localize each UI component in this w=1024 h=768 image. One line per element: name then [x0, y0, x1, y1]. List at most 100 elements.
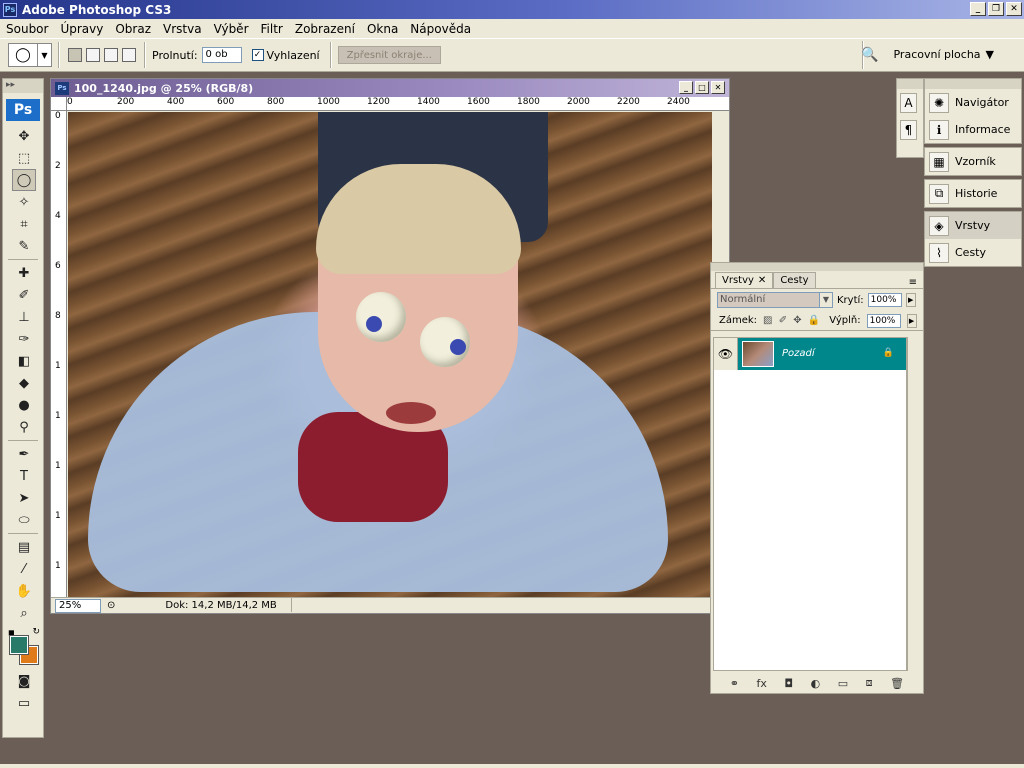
intersect-selection-icon[interactable]: [122, 48, 136, 62]
dock-item-paths[interactable]: ⌇ Cesty: [925, 239, 1021, 266]
notes-tool-icon[interactable]: ▤: [12, 536, 36, 558]
add-selection-icon[interactable]: [86, 48, 100, 62]
menu-napoveda[interactable]: Nápověda: [404, 22, 477, 36]
quick-mask-icon[interactable]: ◙: [12, 670, 36, 692]
dock-item-info[interactable]: ℹ Informace: [925, 116, 1021, 143]
lock-position-icon[interactable]: ✥: [793, 315, 801, 326]
delete-layer-icon[interactable]: 🗑: [890, 677, 904, 690]
horizontal-scrollbar[interactable]: [291, 598, 711, 612]
layer-mask-icon[interactable]: ◘: [784, 677, 793, 690]
layers-scrollbar[interactable]: [907, 337, 921, 671]
close-icon[interactable]: ✕: [711, 81, 725, 94]
maximize-icon[interactable]: □: [695, 81, 709, 94]
menu-upravy[interactable]: Úpravy: [54, 22, 109, 36]
menu-okna[interactable]: Okna: [361, 22, 404, 36]
chevron-right-icon[interactable]: ▶: [905, 293, 916, 307]
subtract-selection-icon[interactable]: [104, 48, 118, 62]
tool-preset-picker[interactable]: ◯ ▼: [8, 43, 52, 67]
layer-style-icon[interactable]: fx: [756, 677, 766, 690]
foreground-color[interactable]: [9, 635, 29, 655]
dock-item-layers[interactable]: ◈ Vrstvy: [925, 212, 1021, 239]
close-icon[interactable]: ✕: [1006, 2, 1022, 16]
menu-filtr[interactable]: Filtr: [255, 22, 289, 36]
fill-input[interactable]: 100%: [866, 313, 901, 328]
antialias-checkbox[interactable]: ✓: [251, 49, 264, 61]
swap-colors-icon[interactable]: ↻: [32, 627, 40, 637]
new-selection-icon[interactable]: [68, 48, 82, 62]
ruler-tick: 2000: [567, 97, 590, 107]
move-tool-icon[interactable]: ✥: [12, 125, 36, 147]
layer-selected[interactable]: Pozadí 🔒: [738, 337, 906, 370]
menu-zobrazeni[interactable]: Zobrazení: [289, 22, 361, 36]
clone-stamp-tool-icon[interactable]: ⊥: [12, 306, 36, 328]
horizontal-ruler[interactable]: 0 200 400 600 800 1000 1200 1400 1600 18…: [67, 97, 729, 111]
dock-item-swatches[interactable]: ▦ Vzorník: [925, 148, 1021, 175]
shape-tool-icon[interactable]: ⬭: [12, 509, 36, 531]
tab-paths[interactable]: Cesty: [773, 272, 816, 288]
lock-pixels-icon[interactable]: ✐: [779, 315, 787, 326]
panel-grip[interactable]: [711, 263, 923, 271]
opacity-input[interactable]: 100%: [867, 293, 902, 307]
bridge-icon[interactable]: 🔍: [856, 43, 884, 67]
type-tool-icon[interactable]: T: [12, 465, 36, 487]
panel-menu-icon[interactable]: ≡: [909, 277, 917, 288]
blur-tool-icon[interactable]: ●: [12, 394, 36, 416]
minimize-icon[interactable]: _: [679, 81, 693, 94]
dock-grip[interactable]: [925, 79, 1021, 89]
magic-wand-tool-icon[interactable]: ✧: [12, 191, 36, 213]
hand-tool-icon[interactable]: ✋: [12, 580, 36, 602]
zoom-tool-icon[interactable]: ⌕: [12, 602, 36, 624]
brush-tool-icon[interactable]: ✐: [12, 284, 36, 306]
menu-vyber[interactable]: Výběr: [208, 22, 255, 36]
dock-grip[interactable]: [897, 79, 923, 89]
zoom-input[interactable]: 25%: [55, 598, 101, 613]
screen-mode-icon[interactable]: ▭: [12, 692, 36, 714]
chevron-right-icon[interactable]: ▶: [906, 313, 917, 328]
slice-tool-icon[interactable]: ✎: [12, 235, 36, 257]
eraser-tool-icon[interactable]: ◧: [12, 350, 36, 372]
workspace-menu[interactable]: Pracovní plocha ▼: [893, 48, 994, 61]
dock-item-label: Historie: [955, 187, 998, 200]
crop-tool-icon[interactable]: ⌗: [12, 213, 36, 235]
restore-icon[interactable]: ❐: [988, 2, 1004, 16]
dodge-tool-icon[interactable]: ⚲: [12, 416, 36, 438]
path-selection-tool-icon[interactable]: ➤: [12, 487, 36, 509]
ruler-origin[interactable]: [51, 97, 67, 111]
new-group-icon[interactable]: ▭: [838, 677, 848, 690]
feather-input[interactable]: 0 ob: [201, 47, 242, 63]
menu-soubor[interactable]: Soubor: [0, 22, 54, 36]
lasso-tool-icon[interactable]: ◯: [12, 169, 36, 191]
link-layers-icon[interactable]: ⚭: [730, 677, 739, 690]
dock-group-history: ⧉ Historie: [924, 179, 1022, 208]
new-layer-icon[interactable]: ⧈: [866, 676, 873, 690]
healing-brush-tool-icon[interactable]: ✚: [12, 262, 36, 284]
vertical-ruler[interactable]: 0 2 4 6 8 1 1 1 1 1: [51, 111, 67, 599]
minimize-icon[interactable]: _: [970, 2, 986, 16]
history-brush-tool-icon[interactable]: ✑: [12, 328, 36, 350]
close-icon[interactable]: ✕: [758, 275, 766, 286]
pen-tool-icon[interactable]: ✒: [12, 443, 36, 465]
photoshop-logo-icon[interactable]: Ps: [6, 99, 40, 121]
lock-all-icon[interactable]: 🔒: [808, 315, 820, 326]
layer-row[interactable]: 👁 Pozadí 🔒: [714, 337, 906, 370]
document-title-bar[interactable]: Ps 100_1240.jpg @ 25% (RGB/8) _ □ ✕: [51, 79, 729, 97]
refine-edge-button[interactable]: Zpřesnit okraje...: [337, 46, 441, 64]
toolbox-grip[interactable]: ▸▸: [3, 79, 43, 93]
menu-obraz[interactable]: Obraz: [109, 22, 157, 36]
status-menu-icon[interactable]: ⊙: [107, 600, 115, 611]
dock-item-history[interactable]: ⧉ Historie: [925, 180, 1021, 207]
adjustment-layer-icon[interactable]: ◐: [811, 677, 821, 690]
lock-transparency-icon[interactable]: ▨: [763, 315, 772, 326]
menu-vrstva[interactable]: Vrstva: [157, 22, 208, 36]
layers-footer: ⚭ fx ◘ ◐ ▭ ⧈ 🗑: [711, 673, 923, 693]
paint-bucket-tool-icon[interactable]: ◆: [12, 372, 36, 394]
eyedropper-tool-icon[interactable]: ⁄: [12, 558, 36, 580]
blend-mode-select[interactable]: Normální ▼: [717, 292, 833, 308]
image-canvas[interactable]: [68, 112, 712, 598]
paragraph-panel-button[interactable]: ¶: [897, 116, 923, 143]
dock-item-navigator[interactable]: ✺ Navigátor: [925, 89, 1021, 116]
eye-icon[interactable]: 👁: [714, 337, 738, 370]
tab-layers[interactable]: Vrstvy ✕: [715, 272, 774, 288]
marquee-tool-icon[interactable]: ⬚: [12, 147, 36, 169]
character-panel-button[interactable]: A: [897, 89, 923, 116]
